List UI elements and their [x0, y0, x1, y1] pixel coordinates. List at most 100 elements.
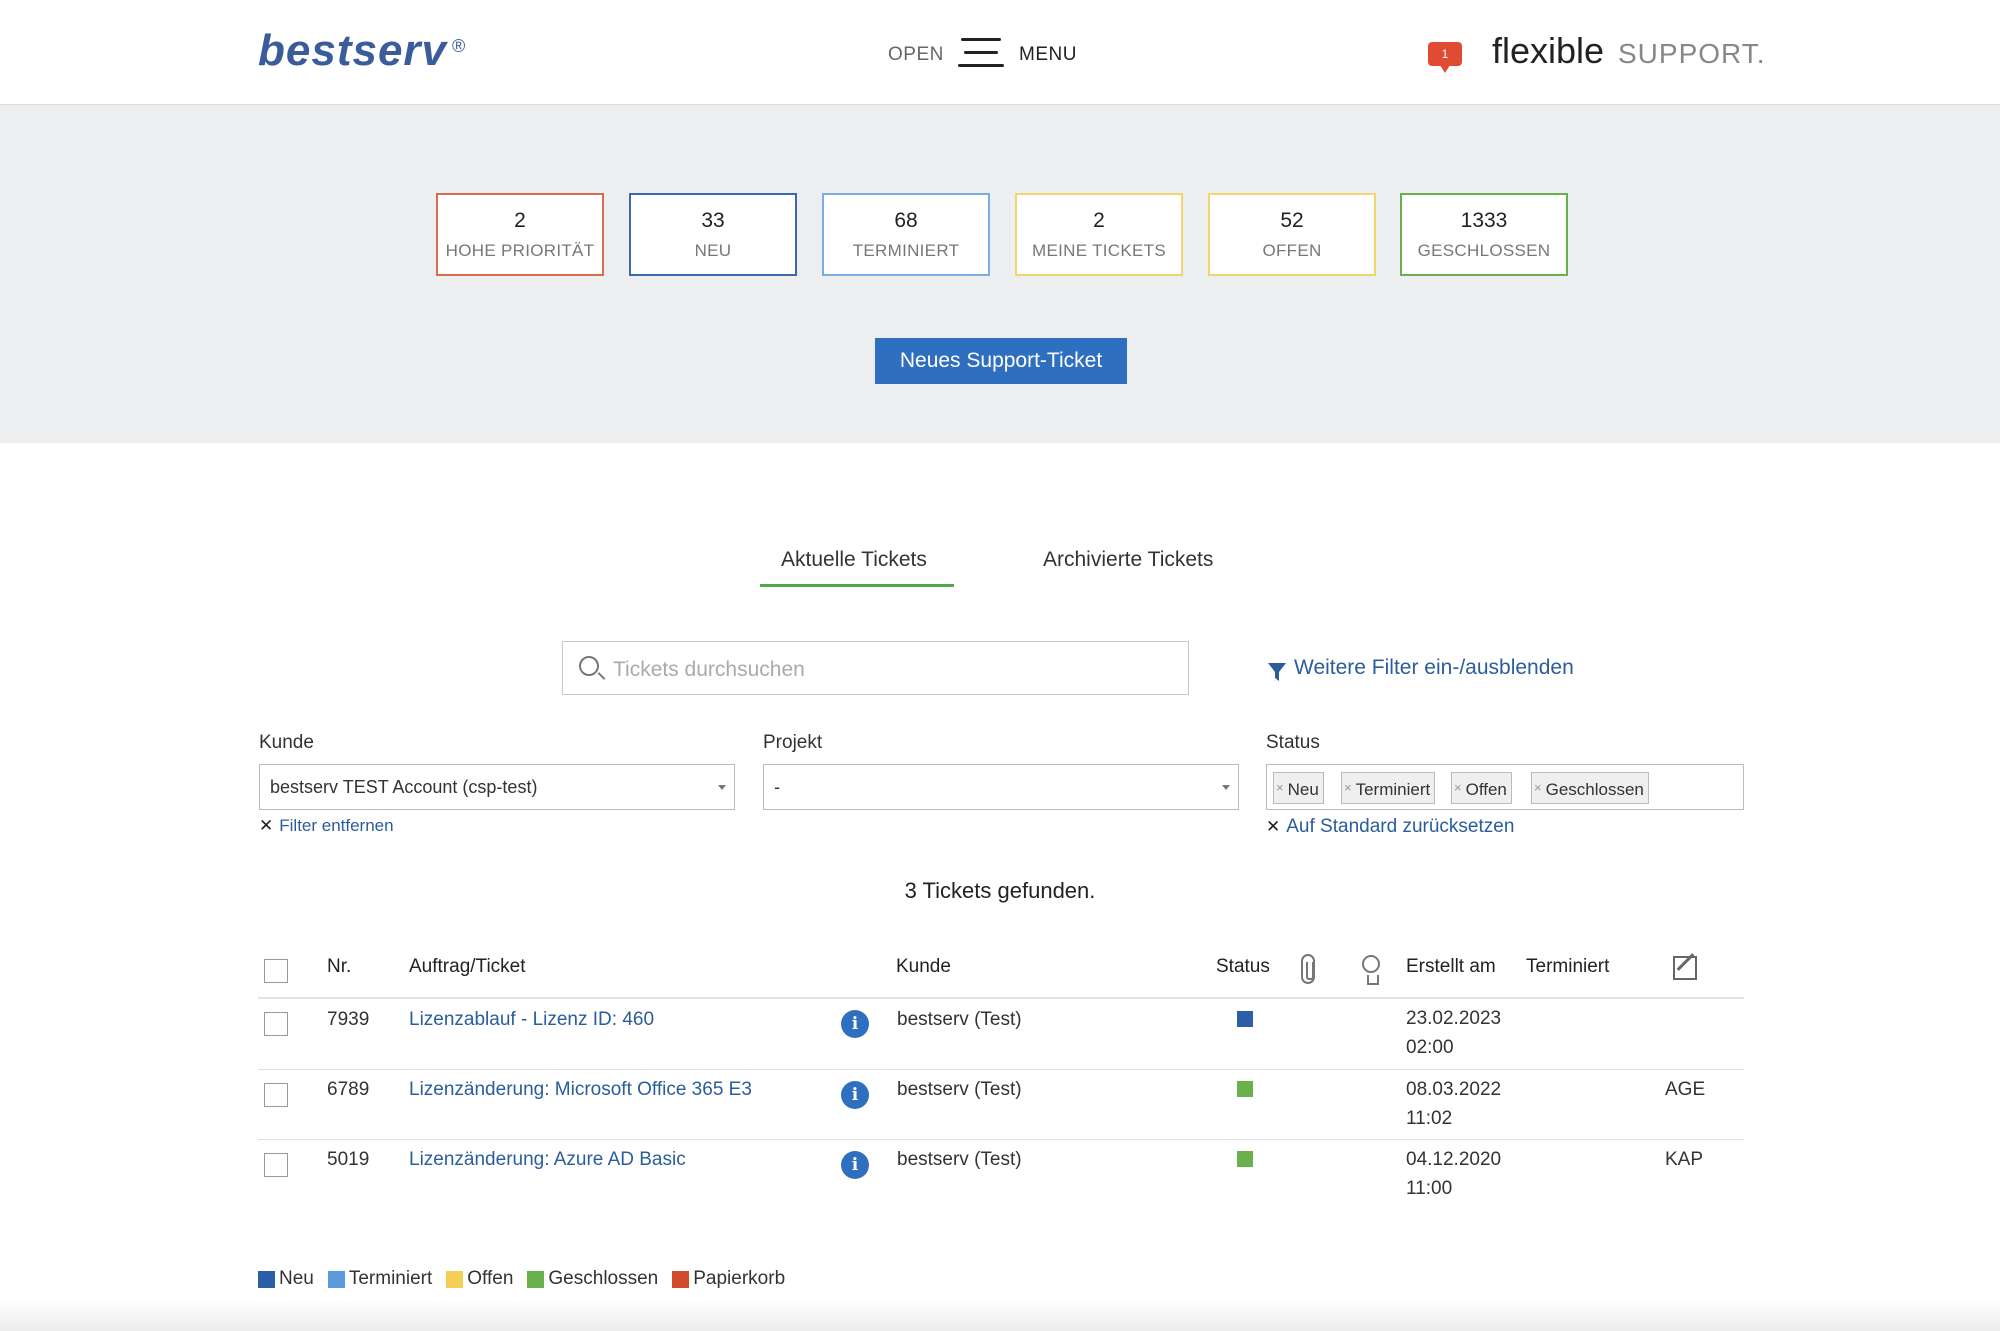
status-multiselect[interactable]: × Neu × Terminiert × Offen × Geschlossen: [1266, 764, 1744, 810]
tag-label: Offen: [1465, 780, 1507, 799]
status-label: Status: [1266, 732, 1320, 753]
projekt-select[interactable]: -: [763, 764, 1239, 810]
reset-label: Auf Standard zurücksetzen: [1286, 816, 1515, 837]
legend-label: Terminiert: [348, 1268, 433, 1289]
col-header-kunde[interactable]: Kunde: [896, 956, 951, 978]
ticket-title-link[interactable]: Lizenzablauf - Lizenz ID: 460: [409, 1009, 654, 1031]
status-tag-geschlossen[interactable]: × Geschlossen: [1531, 772, 1649, 804]
stat-geschlossen[interactable]: 1333 GESCHLOSSEN: [1400, 193, 1568, 276]
toggle-more-filters-link[interactable]: Weitere Filter ein-/ausblenden: [1294, 656, 1574, 680]
stat-count: 68: [894, 209, 918, 232]
ticket-nr: 5019: [327, 1149, 370, 1170]
legend-swatch: [672, 1270, 690, 1288]
stat-count: 33: [701, 209, 725, 232]
row-divider: [258, 1069, 1744, 1070]
status-tag-offen[interactable]: × Offen: [1451, 772, 1512, 804]
row-checkbox[interactable]: [264, 1153, 288, 1177]
col-header-erstellt[interactable]: Erstellt am: [1406, 956, 1496, 978]
created-time: 11:00: [1406, 1178, 1453, 1199]
remove-kunde-filter-link[interactable]: ✕ Filter entfernen: [259, 816, 394, 836]
kunde-select[interactable]: bestserv TEST Account (csp-test): [259, 764, 735, 810]
ticket-nr: 7939: [327, 1009, 370, 1030]
stat-neu[interactable]: 33 NEU: [629, 193, 797, 276]
stat-label: MEINE TICKETS: [1032, 241, 1166, 260]
legend-swatch: [258, 1270, 275, 1288]
legend-item-papierkorb: Papierkorb: [672, 1268, 785, 1290]
logo[interactable]: bestserv: [258, 26, 447, 76]
stat-count: 2: [514, 209, 526, 232]
created-date: 08.03.2022: [1406, 1079, 1502, 1100]
created-time: 02:00: [1406, 1037, 1454, 1058]
legend-label: Neu: [279, 1268, 314, 1289]
new-support-ticket-button[interactable]: Neues Support-Ticket: [875, 338, 1127, 384]
ticket-nr: 6789: [327, 1079, 370, 1100]
menu-label[interactable]: MENU: [1019, 44, 1077, 66]
ticket-kunde: bestserv (Test): [897, 1079, 1022, 1100]
stat-label: TERMINIERT: [852, 241, 960, 260]
ticket-created: 04.12.2020 11:00: [1406, 1145, 1501, 1203]
kunde-label: Kunde: [259, 732, 314, 753]
remove-tag-icon[interactable]: ×: [1344, 780, 1352, 795]
stat-terminiert[interactable]: 68 TERMINIERT: [822, 193, 990, 276]
stat-hohe-prioritaet[interactable]: 2 HOHE PRIORITÄT: [436, 193, 604, 276]
col-header-nr[interactable]: Nr.: [327, 956, 351, 978]
ticket-search-input[interactable]: Tickets durchsuchen: [562, 641, 1189, 695]
ticket-created: 08.03.2022 11:02: [1406, 1075, 1501, 1133]
status-tag-neu[interactable]: × Neu: [1273, 772, 1324, 804]
projekt-label: Projekt: [763, 732, 823, 753]
reset-status-filter-link[interactable]: ✕ Auf Standard zurücksetzen: [1266, 816, 1514, 838]
stat-label: GESCHLOSSEN: [1417, 241, 1551, 260]
filter-funnel-icon[interactable]: [1268, 662, 1286, 682]
menu-open-label[interactable]: OPEN: [888, 44, 944, 66]
tab-archivierte-tickets[interactable]: Archivierte Tickets: [1043, 548, 1213, 572]
select-all-checkbox[interactable]: [264, 959, 288, 983]
row-checkbox[interactable]: [264, 1012, 288, 1036]
close-icon: ✕: [1266, 817, 1281, 836]
legend-label: Offen: [467, 1268, 514, 1289]
ticket-title-link[interactable]: Lizenzänderung: Microsoft Office 365 E3: [409, 1079, 752, 1101]
projekt-selected-value: -: [774, 777, 780, 797]
legend-item-geschlossen: Geschlossen: [527, 1268, 658, 1290]
row-checkbox[interactable]: [264, 1083, 288, 1107]
remove-filter-label: Filter entfernen: [279, 816, 394, 835]
tab-aktuelle-tickets[interactable]: Aktuelle Tickets: [781, 548, 927, 572]
created-date: 04.12.2020: [1406, 1149, 1502, 1170]
legend-label: Geschlossen: [548, 1268, 659, 1289]
brand-flexible: flexible: [1492, 30, 1605, 71]
attachment-icon[interactable]: [1301, 954, 1315, 984]
active-tab-indicator: [760, 584, 954, 587]
ticket-kunde: bestserv (Test): [897, 1149, 1022, 1170]
tag-label: Geschlossen: [1545, 780, 1644, 799]
chevron-down-icon: [1222, 785, 1230, 790]
hamburger-menu-icon[interactable]: [958, 38, 1004, 68]
ticket-terminiert: AGE: [1665, 1079, 1706, 1100]
stat-count: 1333: [1460, 209, 1508, 232]
col-header-ticket[interactable]: Auftrag/Ticket: [409, 956, 526, 978]
stat-offen[interactable]: 52 OFFEN: [1208, 193, 1376, 276]
notification-chat-icon[interactable]: 1: [1428, 42, 1462, 73]
search-icon: [579, 656, 599, 676]
registered-mark: ®: [452, 36, 466, 56]
remove-tag-icon[interactable]: ×: [1454, 780, 1462, 795]
legend-item-neu: Neu: [258, 1268, 314, 1290]
ticket-kunde: bestserv (Test): [897, 1009, 1022, 1030]
status-tag-terminiert[interactable]: × Terminiert: [1341, 772, 1436, 804]
info-icon[interactable]: i: [841, 1081, 869, 1109]
info-icon[interactable]: i: [841, 1010, 869, 1038]
row-divider: [258, 1139, 1744, 1140]
info-icon[interactable]: i: [841, 1151, 869, 1179]
col-header-status[interactable]: Status: [1216, 956, 1270, 978]
remove-tag-icon[interactable]: ×: [1534, 780, 1542, 795]
col-header-terminiert[interactable]: Terminiert: [1526, 956, 1609, 978]
stat-meine-tickets[interactable]: 2 MEINE TICKETS: [1015, 193, 1183, 276]
ticket-title-link[interactable]: Lizenzänderung: Azure AD Basic: [409, 1149, 686, 1171]
header: bestserv ® OPEN MENU 1 flexible SUPPORT.: [0, 0, 2000, 105]
legend-item-terminiert: Terminiert: [327, 1268, 433, 1290]
status-indicator: [1237, 1011, 1253, 1027]
lightbulb-icon[interactable]: [1362, 955, 1380, 985]
legend-item-offen: Offen: [446, 1268, 513, 1290]
remove-tag-icon[interactable]: ×: [1276, 780, 1284, 795]
edit-icon[interactable]: [1673, 956, 1697, 980]
legend-label: Papierkorb: [693, 1268, 786, 1289]
chevron-down-icon: [718, 785, 726, 790]
